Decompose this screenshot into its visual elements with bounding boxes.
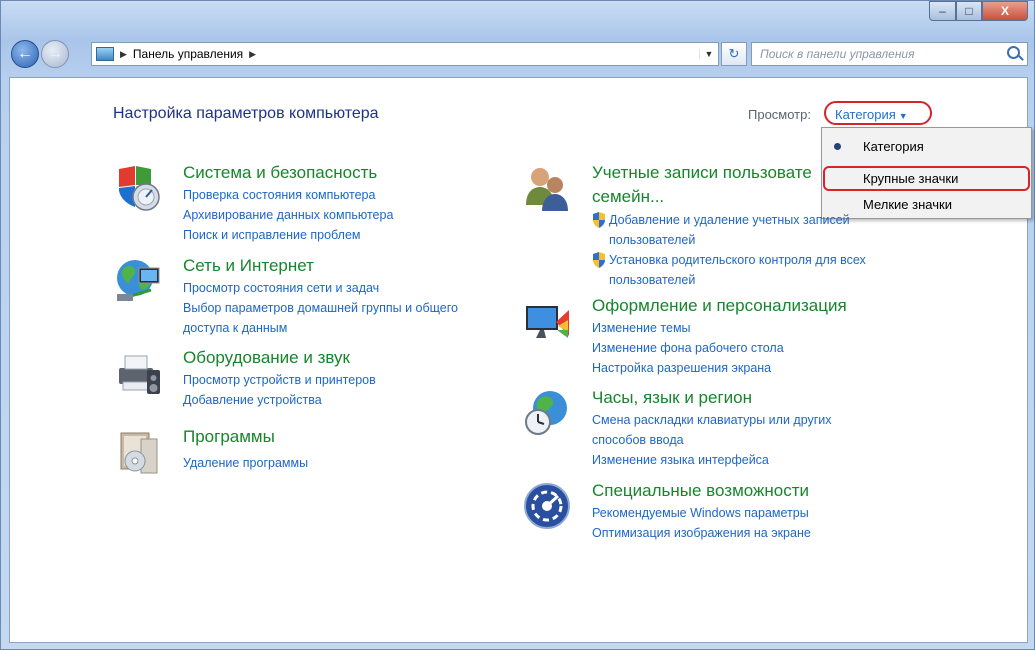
programs-icon[interactable]: [113, 427, 163, 477]
address-history-dropdown-icon[interactable]: ▼: [699, 49, 718, 59]
forward-arrow-icon: →: [47, 45, 63, 62]
category-links: Просмотр устройств и принтеров Добавлени…: [183, 370, 376, 410]
menu-item-category[interactable]: Категория: [823, 134, 1030, 159]
view-by-menu: Категория Крупные значки Мелкие значки: [821, 127, 1032, 219]
link-change-keyboard-cont[interactable]: способов ввода: [592, 430, 832, 450]
link-homegroup-sharing[interactable]: Выбор параметров домашней группы и общег…: [183, 298, 458, 318]
link-change-theme[interactable]: Изменение темы: [592, 318, 784, 338]
link-add-remove-accounts-cont[interactable]: пользователей: [592, 230, 866, 250]
back-arrow-icon: ←: [17, 45, 33, 62]
link-screen-resolution[interactable]: Настройка разрешения экрана: [592, 358, 784, 378]
link-add-remove-accounts[interactable]: Добавление и удаление учетных записей: [592, 210, 866, 230]
menu-item-label: Крупные значки: [863, 171, 959, 186]
link-check-computer-status[interactable]: Проверка состояния компьютера: [183, 185, 393, 205]
search-input[interactable]: [760, 44, 995, 64]
address-bar[interactable]: ▶ Панель управления ▶ ▼: [91, 42, 719, 66]
category-title[interactable]: Часы, язык и регион: [592, 388, 752, 408]
link-backup-computer[interactable]: Архивирование данных компьютера: [183, 205, 393, 225]
menu-item-label: Мелкие значки: [863, 197, 952, 212]
minimize-button[interactable]: –: [929, 1, 956, 21]
view-by-label: Просмотр:: [748, 107, 811, 122]
category-title[interactable]: Учетные записи пользовате: [592, 163, 812, 183]
category-title[interactable]: Специальные возможности: [592, 481, 809, 501]
breadcrumb-chevron-icon[interactable]: ▶: [120, 49, 127, 60]
uac-shield-icon: [593, 252, 605, 268]
control-panel-window: – □ X ← → ▶ Панель управления ▶ ▼ ↻ Наст…: [0, 0, 1035, 650]
appearance-icon[interactable]: [522, 296, 572, 346]
link-optimize-display[interactable]: Оптимизация изображения на экране: [592, 523, 811, 543]
refresh-button[interactable]: ↻: [721, 42, 747, 66]
link-text: Добавление и удаление учетных записей: [609, 213, 850, 227]
category-links: Рекомендуемые Windows параметры Оптимиза…: [592, 503, 811, 543]
user-accounts-icon[interactable]: [522, 163, 572, 213]
link-parental-controls-cont[interactable]: пользователей: [592, 270, 866, 290]
maximize-button[interactable]: □: [956, 1, 982, 21]
search-box[interactable]: [751, 42, 1028, 66]
link-network-status[interactable]: Просмотр состояния сети и задач: [183, 278, 458, 298]
category-title[interactable]: Программы: [183, 427, 275, 447]
ease-of-access-icon[interactable]: [522, 481, 572, 531]
category-title[interactable]: Система и безопасность: [183, 163, 377, 183]
close-button[interactable]: X: [982, 1, 1028, 21]
uac-shield-icon: [593, 212, 605, 228]
category-title[interactable]: Оформление и персонализация: [592, 296, 847, 316]
link-uninstall-program[interactable]: Удаление программы: [183, 453, 308, 473]
menu-item-large-icons[interactable]: Крупные значки: [823, 166, 1030, 191]
forward-button[interactable]: →: [41, 40, 69, 68]
network-icon[interactable]: [113, 256, 163, 306]
link-find-fix-problems[interactable]: Поиск и исправление проблем: [183, 225, 393, 245]
link-parental-controls[interactable]: Установка родительского контроля для все…: [592, 250, 866, 270]
link-display-language[interactable]: Изменение языка интерфейса: [592, 450, 832, 470]
main-content: Настройка параметров компьютера Просмотр…: [9, 77, 1032, 643]
category-title-continued[interactable]: семейн...: [592, 187, 664, 207]
category-links: Проверка состояния компьютера Архивирова…: [183, 185, 393, 245]
link-change-background[interactable]: Изменение фона рабочего стола: [592, 338, 784, 358]
menu-item-label: Категория: [863, 139, 924, 154]
category-title[interactable]: Сеть и Интернет: [183, 256, 314, 276]
breadcrumb-control-panel[interactable]: Панель управления: [133, 47, 243, 61]
category-links: Добавление и удаление учетных записей по…: [592, 210, 866, 290]
clock-region-icon[interactable]: [522, 388, 572, 438]
system-security-icon[interactable]: [113, 163, 163, 213]
back-button[interactable]: ←: [11, 40, 39, 68]
search-icon[interactable]: [1007, 46, 1020, 59]
breadcrumb-chevron-icon[interactable]: ▶: [249, 49, 256, 60]
radio-selected-icon: [834, 143, 841, 150]
category-title[interactable]: Оборудование и звук: [183, 348, 350, 368]
category-links: Удаление программы: [183, 453, 308, 473]
hardware-sound-icon[interactable]: [113, 348, 163, 398]
page-title: Настройка параметров компьютера: [113, 105, 379, 122]
category-links: Просмотр состояния сети и задач Выбор па…: [183, 278, 458, 338]
control-panel-icon: [96, 47, 114, 61]
category-links: Смена раскладки клавиатуры или других сп…: [592, 410, 832, 470]
link-recommended-settings[interactable]: Рекомендуемые Windows параметры: [592, 503, 811, 523]
chevron-down-icon: ▼: [898, 111, 908, 121]
refresh-icon: ↻: [728, 46, 740, 61]
view-by-dropdown[interactable]: Категория ▼: [824, 101, 932, 125]
caption-buttons: – □ X: [929, 1, 1028, 21]
link-homegroup-sharing-cont[interactable]: доступа к данным: [183, 318, 458, 338]
link-add-device[interactable]: Добавление устройства: [183, 390, 376, 410]
link-text: Установка родительского контроля для все…: [609, 253, 866, 267]
navigation-bar: ← → ▶ Панель управления ▶ ▼ ↻: [9, 39, 1028, 69]
link-change-keyboard[interactable]: Смена раскладки клавиатуры или других: [592, 410, 832, 430]
category-links: Изменение темы Изменение фона рабочего с…: [592, 318, 784, 378]
view-by-value: Категория: [835, 107, 896, 122]
link-devices-printers[interactable]: Просмотр устройств и принтеров: [183, 370, 376, 390]
